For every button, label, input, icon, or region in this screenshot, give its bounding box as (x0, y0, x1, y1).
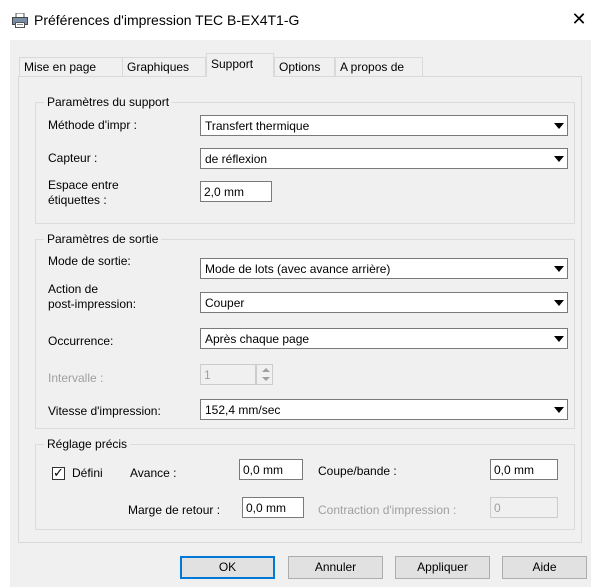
sensor-select[interactable]: de réflexion (200, 148, 568, 169)
apply-button[interactable]: Appliquer (395, 556, 490, 579)
occurrence-label: Occurrence: (48, 334, 114, 348)
backfeed-margin-value: 0,0 mm (246, 501, 287, 515)
post-print-action-label-line1: Action de (48, 282, 99, 296)
sensor-value: de réflexion (205, 152, 268, 166)
backfeed-margin-label: Marge de retour : (128, 503, 221, 517)
post-print-action-label-line2: post-impression: (48, 297, 137, 311)
ok-button[interactable]: OK (180, 556, 275, 579)
output-mode-label: Mode de sortie: (48, 254, 131, 268)
backfeed-margin-input[interactable]: 0,0 mm (242, 497, 304, 518)
cut-strip-input[interactable]: 0,0 mm (490, 459, 558, 480)
cut-strip-value: 0,0 mm (494, 463, 535, 477)
print-contraction-input[interactable]: 0 (490, 497, 558, 518)
chevron-down-icon[interactable] (549, 293, 567, 312)
cut-strip-label: Coupe/bande : (318, 464, 397, 478)
post-print-action-value: Couper (205, 296, 245, 310)
output-mode-value: Mode de lots (avec avance arrière) (205, 262, 391, 276)
tab-graphics[interactable]: Graphiques (122, 57, 206, 76)
print-method-select[interactable]: Transfert thermique (200, 115, 568, 136)
help-button[interactable]: Aide (502, 556, 587, 579)
interval-label: Intervalle : (48, 371, 104, 385)
output-mode-select[interactable]: Mode de lots (avec avance arrière) (200, 258, 568, 279)
stepper-up-icon[interactable] (257, 365, 272, 375)
stepper-down-icon[interactable] (257, 375, 272, 385)
label-gap-label-line2: étiquettes : (48, 193, 107, 207)
output-settings-title: Paramètres de sortie (44, 232, 162, 246)
label-gap-label-line1: Espace entre (48, 178, 119, 192)
occurrence-select[interactable]: Après chaque page (200, 328, 568, 349)
feed-label: Avance : (130, 466, 177, 480)
print-speed-value: 152,4 mm/sec (205, 403, 281, 417)
print-method-value: Transfert thermique (205, 119, 310, 133)
window-title: Préférences d'impression TEC B-EX4T1-G (34, 12, 300, 28)
defined-checkbox[interactable]: ✓ (52, 465, 65, 480)
post-print-action-select[interactable]: Couper (200, 292, 568, 313)
chevron-down-icon[interactable] (549, 116, 567, 135)
print-method-label: Méthode d'impr : (48, 118, 137, 132)
interval-value: 1 (204, 368, 211, 382)
occurrence-value: Après chaque page (205, 332, 310, 346)
tab-layout[interactable]: Mise en page (19, 57, 123, 76)
label-gap-input[interactable]: 2,0 mm (200, 181, 272, 202)
cancel-button[interactable]: Annuler (288, 556, 383, 579)
print-contraction-value: 0 (494, 501, 501, 515)
feed-value: 0,0 mm (243, 463, 284, 477)
chevron-down-icon[interactable] (549, 259, 567, 278)
media-settings-title: Paramètres du support (44, 95, 173, 109)
close-icon[interactable]: ✕ (568, 8, 590, 30)
printer-icon (12, 12, 28, 28)
checkmark-icon: ✓ (53, 465, 64, 480)
print-speed-select[interactable]: 152,4 mm/sec (200, 399, 568, 420)
chevron-down-icon[interactable] (549, 400, 567, 419)
fine-adjust-title: Réglage précis (44, 437, 131, 451)
sensor-label: Capteur : (48, 151, 98, 165)
interval-stepper[interactable] (256, 364, 273, 385)
tab-about[interactable]: A propos de (335, 57, 423, 76)
print-contraction-label: Contraction d'impression : (318, 503, 457, 517)
feed-input[interactable]: 0,0 mm (239, 459, 303, 480)
chevron-down-icon[interactable] (549, 329, 567, 348)
interval-input[interactable]: 1 (200, 364, 256, 385)
tab-options[interactable]: Options (274, 57, 335, 76)
chevron-down-icon[interactable] (549, 149, 567, 168)
defined-label[interactable]: Défini (72, 466, 103, 480)
tab-support[interactable]: Support (206, 53, 274, 77)
label-gap-value: 2,0 mm (204, 185, 245, 199)
print-speed-label: Vitesse d'impression: (48, 404, 161, 418)
